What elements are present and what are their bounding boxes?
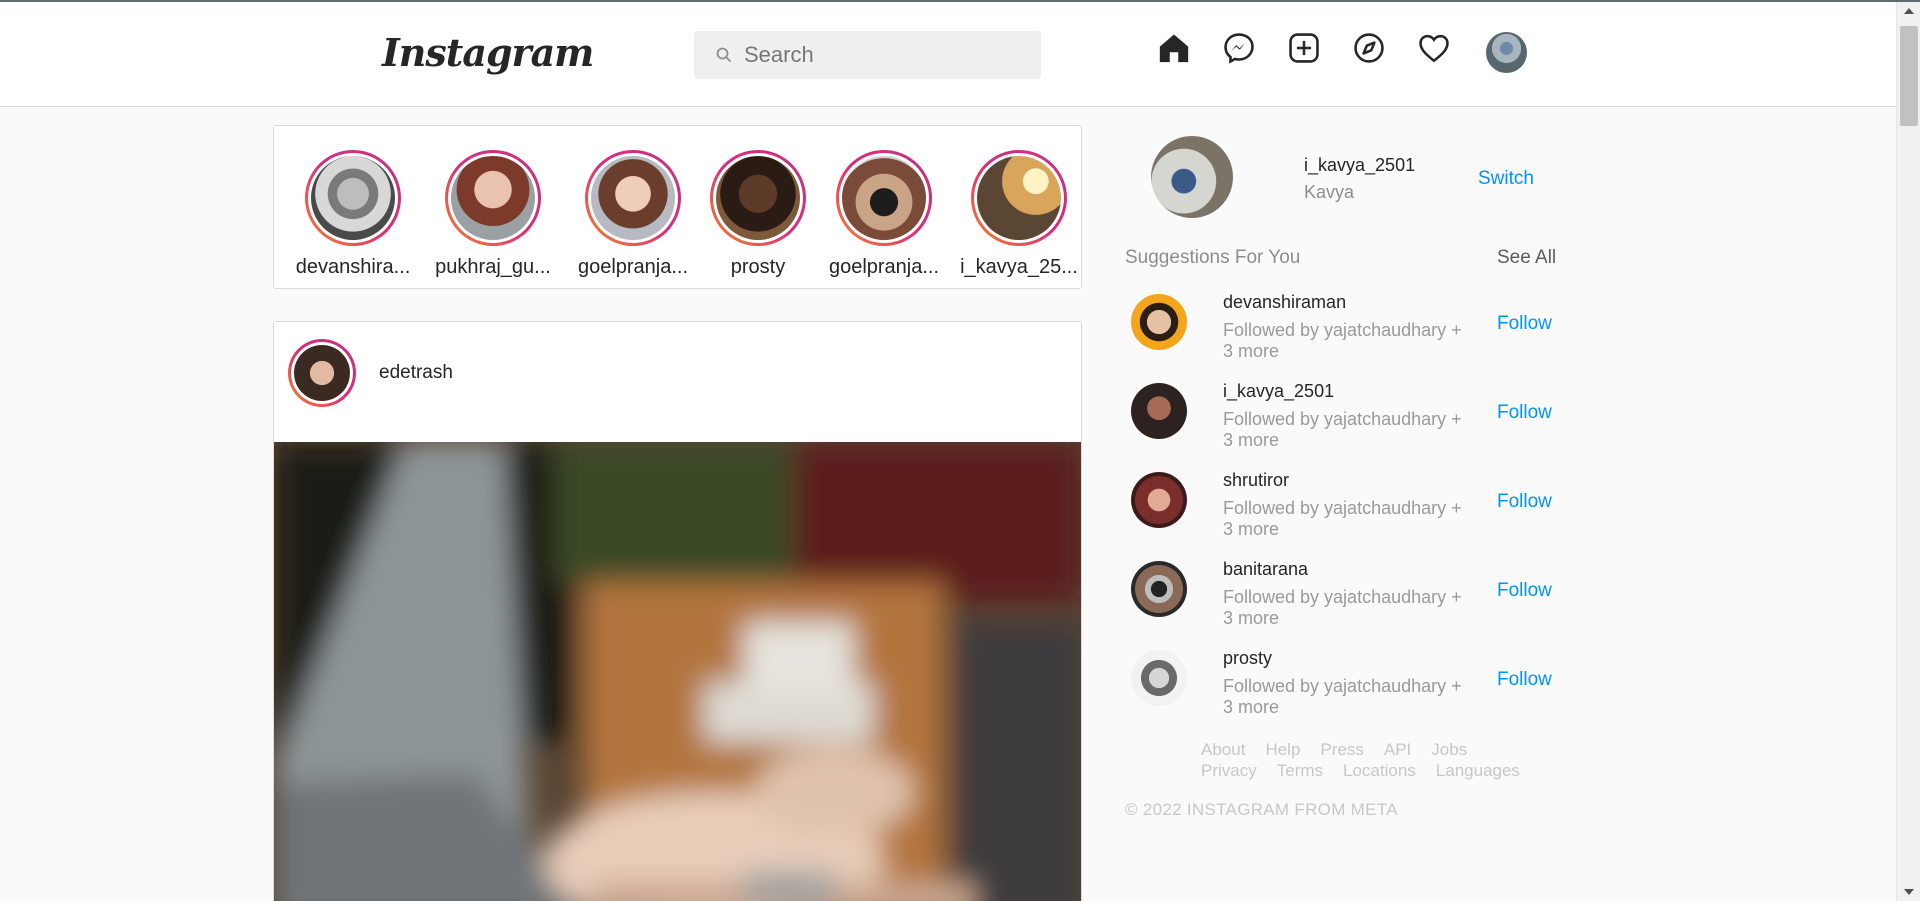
- follow-button[interactable]: Follow: [1497, 669, 1552, 691]
- footer-link-api[interactable]: API: [1384, 740, 1411, 759]
- story-item[interactable]: pukhraj_gu...: [428, 150, 558, 279]
- story-ring: [585, 150, 681, 246]
- suggestions-list: devanshiraman Followed by yajatchaudhary…: [1131, 290, 1561, 735]
- suggestion-subtext: Followed by yajatchaudhary + 3 more: [1223, 676, 1462, 717]
- footer-link-jobs[interactable]: Jobs: [1431, 740, 1467, 759]
- post-image[interactable]: [274, 442, 1081, 901]
- new-post-icon[interactable]: [1286, 30, 1322, 66]
- story-username: prosty: [730, 256, 786, 278]
- story-ring: [710, 150, 806, 246]
- story-username: i_kavya_25...: [960, 256, 1078, 278]
- post-header: edetrash: [288, 339, 453, 407]
- suggestion-item: devanshiraman Followed by yajatchaudhary…: [1131, 290, 1561, 379]
- home-icon[interactable]: [1156, 30, 1192, 66]
- activity-heart-icon[interactable]: [1416, 30, 1452, 66]
- current-username[interactable]: i_kavya_2501: [1304, 155, 1415, 176]
- story-item[interactable]: prosty: [693, 150, 823, 279]
- post-avatar: [294, 345, 350, 401]
- story-avatar: [977, 156, 1061, 240]
- suggestion-subtext: Followed by yajatchaudhary + 3 more: [1223, 587, 1462, 628]
- profile-avatar-nav[interactable]: [1486, 32, 1527, 73]
- follow-button[interactable]: Follow: [1497, 313, 1552, 335]
- suggestion-avatar[interactable]: [1131, 294, 1187, 350]
- suggestion-item: banitarana Followed by yajatchaudhary + …: [1131, 557, 1561, 646]
- follow-button[interactable]: Follow: [1497, 491, 1552, 513]
- story-avatar: [311, 156, 395, 240]
- story-username: goelpranja...: [828, 256, 940, 278]
- footer-link-help[interactable]: Help: [1265, 740, 1300, 759]
- footer-links-row-1: About Help Press API Jobs: [1201, 739, 1561, 760]
- follow-button[interactable]: Follow: [1497, 402, 1552, 424]
- suggestion-subtext: Followed by yajatchaudhary + 3 more: [1223, 409, 1462, 450]
- scroll-thumb[interactable]: [1900, 26, 1918, 126]
- suggestion-username[interactable]: shrutiror: [1223, 470, 1289, 491]
- footer-link-terms[interactable]: Terms: [1277, 761, 1323, 780]
- suggestions-heading: Suggestions For You: [1125, 247, 1301, 268]
- suggestion-username[interactable]: i_kavya_2501: [1223, 381, 1334, 402]
- top-navbar: Instagram: [0, 2, 1896, 107]
- story-avatar: [591, 156, 675, 240]
- nav-icons: [1156, 30, 1481, 66]
- search-box[interactable]: [694, 31, 1041, 79]
- footer-links: About Help Press API Jobs Privacy Terms Locati…: [1201, 739, 1561, 781]
- current-user-fullname: Kavya: [1304, 182, 1355, 202]
- story-username: goelpranja...: [577, 256, 689, 278]
- explore-icon[interactable]: [1351, 30, 1387, 66]
- suggestion-username[interactable]: devanshiraman: [1223, 292, 1346, 313]
- current-user-avatar[interactable]: [1151, 136, 1233, 218]
- story-ring: [971, 150, 1067, 246]
- scroll-up-arrow-icon[interactable]: [1904, 8, 1914, 14]
- suggestion-subtext: Followed by yajatchaudhary + 3 more: [1223, 498, 1462, 539]
- copyright-text: © 2022 INSTAGRAM FROM META: [1125, 800, 1398, 819]
- suggestion-username[interactable]: banitarana: [1223, 559, 1308, 580]
- see-all-link[interactable]: See All: [1497, 247, 1556, 269]
- suggestion-avatar[interactable]: [1131, 472, 1187, 528]
- suggestion-item: shrutiror Followed by yajatchaudhary + 3…: [1131, 468, 1561, 557]
- story-avatar: [842, 156, 926, 240]
- story-avatar: [451, 156, 535, 240]
- story-username: devanshira...: [295, 256, 411, 278]
- messenger-icon[interactable]: [1221, 30, 1257, 66]
- story-item[interactable]: goelpranja...: [819, 150, 949, 279]
- suggestion-avatar[interactable]: [1131, 383, 1187, 439]
- story-ring: [445, 150, 541, 246]
- suggestion-avatar[interactable]: [1131, 650, 1187, 706]
- feed-post: edetrash: [273, 321, 1082, 901]
- suggestion-avatar[interactable]: [1131, 561, 1187, 617]
- footer-link-about[interactable]: About: [1201, 740, 1245, 759]
- story-ring: [836, 150, 932, 246]
- story-item[interactable]: i_kavya_25...: [954, 150, 1084, 279]
- post-username[interactable]: edetrash: [379, 362, 453, 384]
- story-item[interactable]: devanshira...: [288, 150, 418, 279]
- search-icon: [716, 47, 732, 63]
- page-scrollbar[interactable]: [1896, 2, 1920, 901]
- follow-button[interactable]: Follow: [1497, 580, 1552, 602]
- instagram-logo[interactable]: Instagram: [382, 30, 594, 75]
- story-avatar: [716, 156, 800, 240]
- footer-link-press[interactable]: Press: [1320, 740, 1363, 759]
- footer-link-languages[interactable]: Languages: [1436, 761, 1520, 780]
- story-item[interactable]: goelpranja...: [568, 150, 698, 279]
- suggestion-item: i_kavya_2501 Followed by yajatchaudhary …: [1131, 379, 1561, 468]
- footer-links-row-2: Privacy Terms Locations Languages: [1201, 760, 1561, 781]
- suggestion-subtext: Followed by yajatchaudhary + 3 more: [1223, 320, 1462, 361]
- scroll-down-arrow-icon[interactable]: [1904, 889, 1914, 895]
- stories-tray: devanshira... pukhraj_gu... goelpranja..…: [273, 125, 1082, 289]
- search-input[interactable]: [744, 42, 1024, 68]
- switch-account-link[interactable]: Switch: [1478, 168, 1534, 190]
- footer-link-locations[interactable]: Locations: [1343, 761, 1416, 780]
- suggestion-username[interactable]: prosty: [1223, 648, 1272, 669]
- footer-link-privacy[interactable]: Privacy: [1201, 761, 1257, 780]
- suggestion-item: prosty Followed by yajatchaudhary + 3 mo…: [1131, 646, 1561, 735]
- post-avatar-ring[interactable]: [288, 339, 356, 407]
- story-ring: [305, 150, 401, 246]
- story-username: pukhraj_gu...: [435, 256, 551, 278]
